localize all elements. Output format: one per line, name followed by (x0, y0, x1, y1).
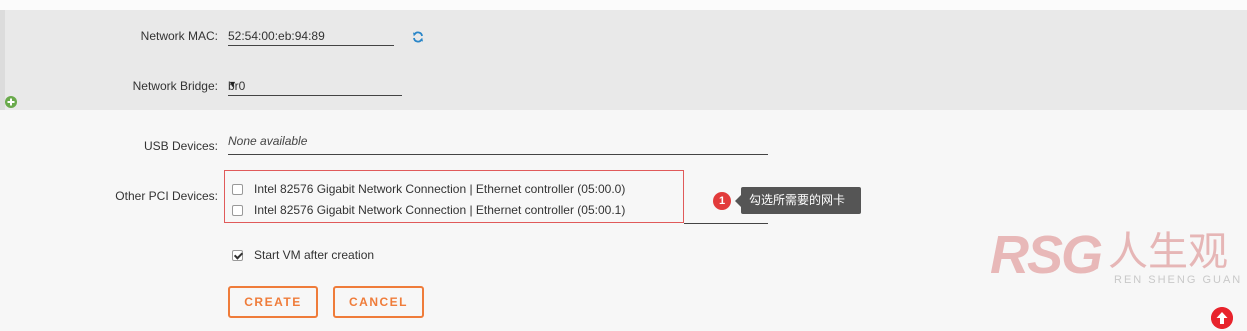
start-vm-label: Start VM after creation (254, 248, 375, 262)
watermark-rsg: RSG (990, 225, 1103, 285)
arrow-up-icon[interactable] (1211, 307, 1233, 329)
pci-device-label: Intel 82576 Gigabit Network Connection |… (254, 203, 626, 217)
network-mac-input[interactable]: 52:54:00:eb:94:89 (228, 27, 394, 46)
usb-devices-field: None available (228, 132, 768, 155)
network-bridge-select[interactable]: br0 ▼ (228, 77, 402, 96)
pci-device-label: Intel 82576 Gigabit Network Connection |… (254, 182, 626, 196)
pci-field-underline (684, 223, 768, 224)
pci-device-item[interactable]: Intel 82576 Gigabit Network Connection |… (232, 203, 625, 217)
watermark-cn: 人生观 (1108, 230, 1228, 274)
pci-device-checkbox[interactable] (232, 183, 243, 195)
network-section (0, 10, 1247, 110)
usb-devices-value: None available (228, 134, 308, 148)
start-vm-checkbox[interactable] (232, 249, 243, 261)
start-vm-option[interactable]: Start VM after creation (232, 248, 374, 262)
create-button[interactable]: CREATE (228, 286, 318, 318)
network-mac-value: 52:54:00:eb:94:89 (228, 29, 325, 43)
refresh-icon[interactable] (412, 31, 424, 43)
annotation-tooltip: 勾选所需要的网卡 (735, 187, 861, 214)
watermark-pinyin: REN SHENG GUAN (1114, 274, 1243, 286)
network-bridge-label: Network Bridge: (132, 79, 218, 93)
network-mac-label: Network MAC: (140, 29, 218, 43)
plus-circle-icon[interactable] (5, 96, 17, 108)
annotation-marker: 1 (713, 192, 731, 210)
pci-device-item[interactable]: Intel 82576 Gigabit Network Connection |… (232, 182, 625, 196)
pci-device-checkbox[interactable] (232, 204, 243, 216)
cancel-button[interactable]: CANCEL (333, 286, 424, 318)
usb-devices-label: USB Devices: (143, 139, 218, 153)
pci-devices-label: Other PCI Devices: (115, 189, 218, 203)
chevron-down-icon: ▼ (228, 79, 237, 89)
top-band (0, 0, 1247, 10)
watermark-logo: RSG 人生观 REN SHENG GUAN (988, 226, 1246, 288)
